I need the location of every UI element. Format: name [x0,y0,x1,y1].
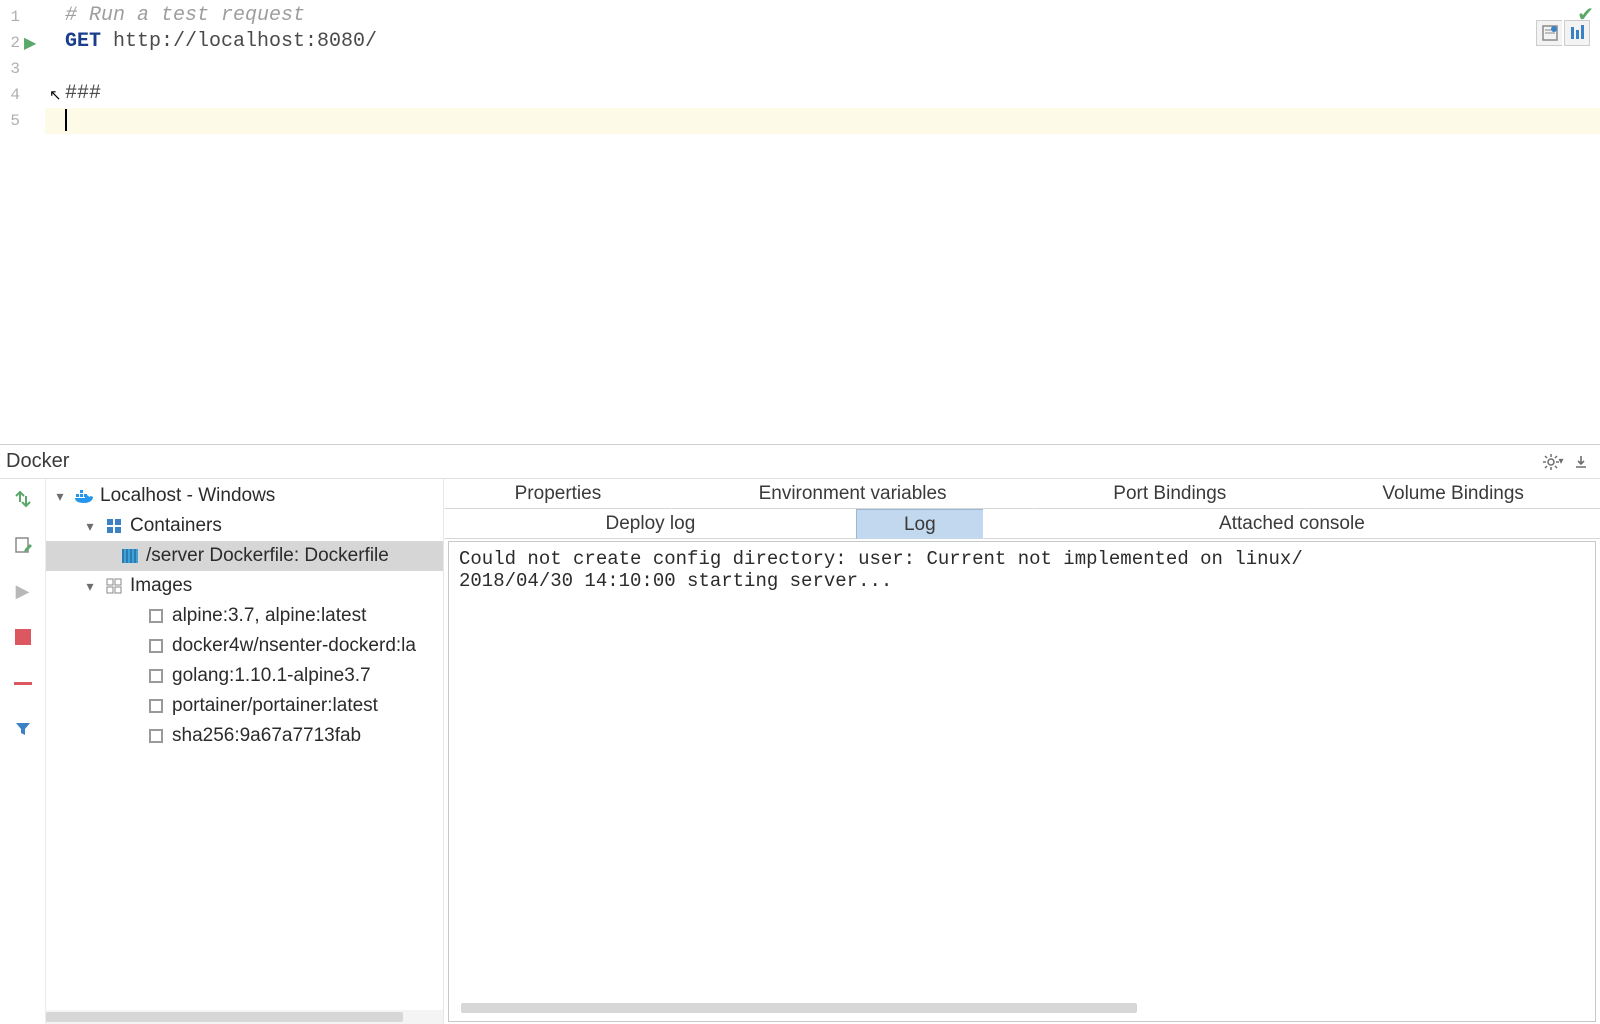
tree-node-image[interactable]: golang:1.10.1-alpine3.7 [46,661,443,691]
tab-env-vars[interactable]: Environment variables [671,479,1034,509]
editor-gutter: 1 2 ▶ 3 4 5 [0,0,45,444]
docker-body: ▶ ▾ Localhost - Windows ▾ [0,479,1600,1024]
containers-group-icon [104,517,124,535]
horizontal-scrollbar[interactable] [46,1010,443,1024]
settings-icon[interactable]: ▾ [1542,451,1564,473]
docker-tool-window: Docker ▾ ▶ ▾ [0,445,1600,1024]
tree-node-image[interactable]: alpine:3.7, alpine:latest [46,601,443,631]
tree-label: alpine:3.7, alpine:latest [172,605,366,627]
docker-header: Docker ▾ [0,445,1600,479]
request-separator: ### [65,82,101,105]
chevron-down-icon[interactable]: ▾ [82,518,98,535]
tree-label: Localhost - Windows [100,485,275,507]
container-detail-panel: Properties Environment variables Port Bi… [444,479,1600,1024]
tree-label: docker4w/nsenter-dockerd:la [172,635,416,657]
editor-toolbar [1536,20,1590,46]
tree-node-image[interactable]: sha256:9a67a7713fab [46,721,443,751]
tree-node-connection[interactable]: ▾ Localhost - Windows [46,481,443,511]
chevron-down-icon: ▾ [1558,456,1563,467]
line-number: 5 [0,112,20,130]
log-text: Could not create config directory: user:… [459,548,1585,1001]
http-method: GET [65,30,101,53]
filter-icon[interactable] [9,715,37,743]
tree-node-containers[interactable]: ▾ Containers [46,511,443,541]
tree-label: Images [130,575,192,597]
docker-title: Docker [6,450,69,473]
line-number: 4 [0,86,20,104]
image-icon [146,727,166,745]
image-icon [146,637,166,655]
detail-tabs-row2: Deploy log Log Attached console [444,509,1600,539]
tree-label: golang:1.10.1-alpine3.7 [172,665,371,687]
text-caret [65,109,67,131]
image-icon [146,697,166,715]
http-url: http://localhost:8080/ [101,30,377,53]
run-gutter-icon[interactable]: ▶ [24,33,36,53]
images-group-icon [104,577,124,595]
history-icon[interactable] [1564,20,1590,46]
stop-container-icon[interactable] [9,623,37,651]
docker-icon [74,487,94,505]
docker-toolbar: ▶ [0,479,46,1024]
line-number: 2 [0,34,20,52]
start-container-icon[interactable]: ▶ [9,577,37,605]
docker-tree[interactable]: ▾ Localhost - Windows ▾ Containers /serv… [46,479,444,1024]
line-number: 3 [0,60,20,78]
download-icon[interactable] [1570,451,1592,473]
image-icon [146,607,166,625]
tree-label: /server Dockerfile: Dockerfile [146,545,389,567]
tree-label: portainer/portainer:latest [172,695,378,717]
line-number: 1 [0,8,20,26]
tree-label: sha256:9a67a7713fab [172,725,361,747]
tab-log[interactable]: Log [856,509,984,539]
edit-config-icon[interactable] [9,531,37,559]
tab-port-bindings[interactable]: Port Bindings [1033,479,1306,509]
tab-attached-console[interactable]: Attached console [983,509,1600,539]
horizontal-scrollbar[interactable] [459,1001,1585,1015]
code-comment: # Run a test request [65,4,305,27]
tree-node-image[interactable]: portainer/portainer:latest [46,691,443,721]
chevron-down-icon[interactable]: ▾ [82,578,98,595]
editor-pane[interactable]: 1 2 ▶ 3 4 5 # Run a test request GET htt… [0,0,1600,445]
tab-properties[interactable]: Properties [444,479,672,509]
container-icon [120,547,140,565]
tab-volume-bindings[interactable]: Volume Bindings [1305,479,1600,509]
redeploy-icon[interactable] [9,485,37,513]
log-output[interactable]: Could not create config directory: user:… [448,541,1596,1022]
examples-icon[interactable] [1536,20,1562,46]
detail-tabs-row1: Properties Environment variables Port Bi… [444,479,1600,509]
tree-node-container[interactable]: /server Dockerfile: Dockerfile [46,541,443,571]
chevron-down-icon[interactable]: ▾ [52,488,68,505]
code-area[interactable]: # Run a test request GET http://localhos… [45,0,1600,444]
tree-node-image[interactable]: docker4w/nsenter-dockerd:la [46,631,443,661]
tree-label: Containers [130,515,222,537]
image-icon [146,667,166,685]
tab-deploy-log[interactable]: Deploy log [444,509,857,539]
delete-icon[interactable] [9,669,37,697]
tree-node-images[interactable]: ▾ Images [46,571,443,601]
